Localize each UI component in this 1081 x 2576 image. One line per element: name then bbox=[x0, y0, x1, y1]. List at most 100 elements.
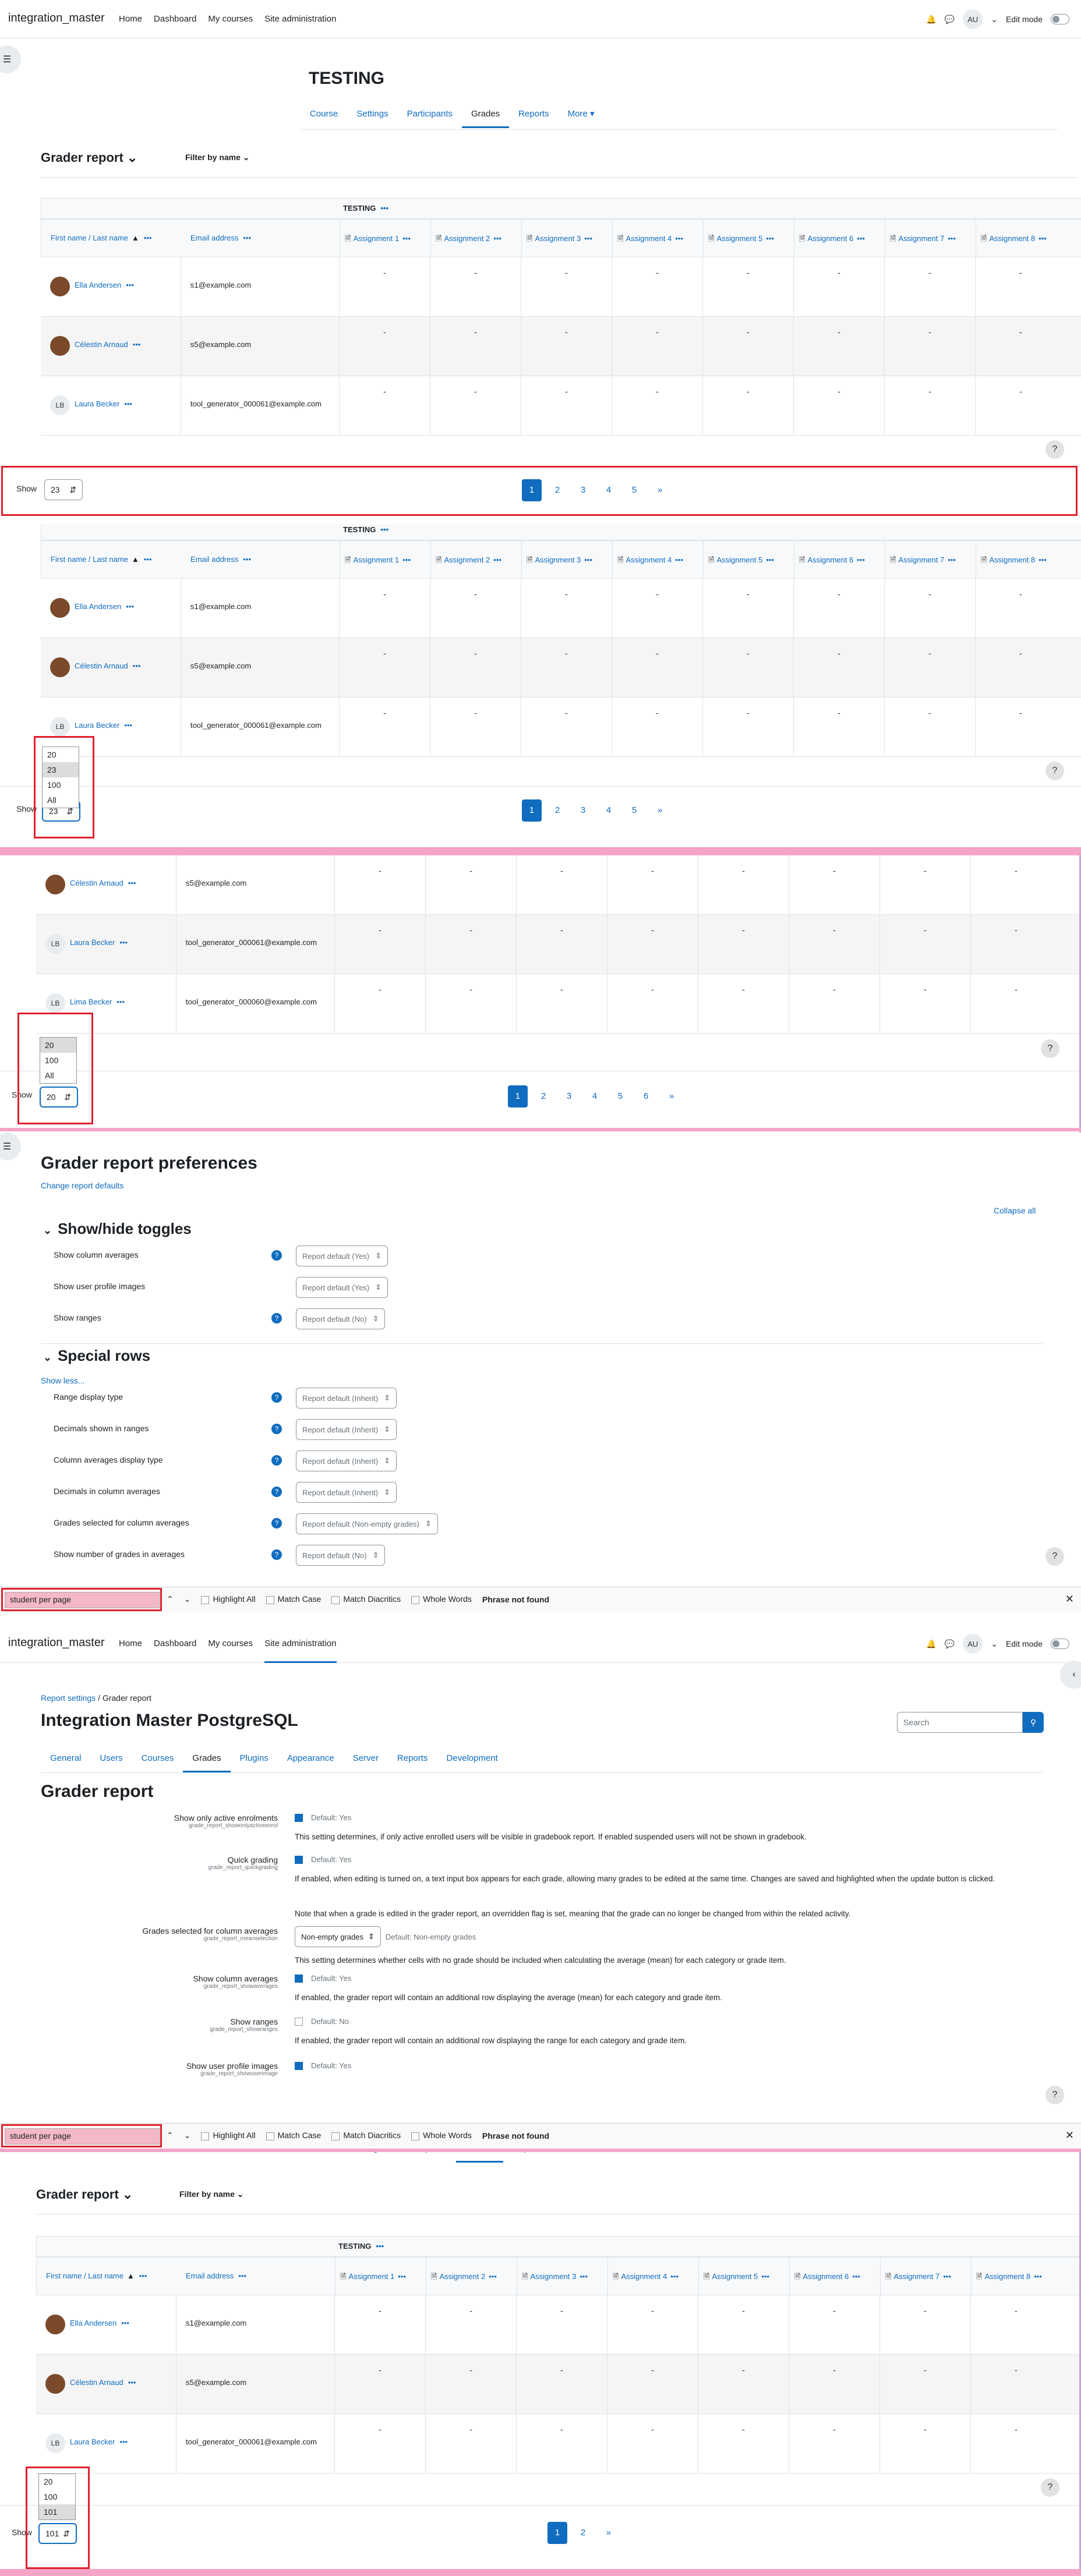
help-icon[interactable]: ? bbox=[1045, 440, 1064, 459]
grade-cell[interactable]: - bbox=[521, 376, 612, 436]
grade-cell[interactable]: - bbox=[516, 855, 607, 915]
breadcrumb-report-settings[interactable]: Report settings bbox=[41, 1693, 96, 1703]
more-actions-icon[interactable]: ••• bbox=[124, 399, 132, 408]
page-2[interactable]: 2 bbox=[573, 2522, 593, 2544]
grade-cell[interactable]: - bbox=[970, 2355, 1061, 2414]
per-page-select[interactable]: 20 ⇵ bbox=[40, 1087, 78, 1107]
grade-cell[interactable]: - bbox=[339, 638, 430, 698]
grade-cell[interactable]: - bbox=[339, 579, 430, 638]
nav-home[interactable]: Home bbox=[119, 0, 142, 38]
help-icon[interactable]: ? bbox=[271, 1549, 282, 1560]
grade-cell[interactable]: - bbox=[334, 2414, 425, 2474]
grade-cell[interactable]: - bbox=[607, 2414, 698, 2474]
more-actions-icon[interactable]: ••• bbox=[126, 281, 134, 289]
admin-tab[interactable]: Plugins bbox=[231, 1745, 278, 1772]
assignment-column-header[interactable]: 🗎 Assignment 2 ••• bbox=[430, 541, 521, 579]
grade-cell[interactable]: - bbox=[425, 915, 516, 974]
page-next[interactable]: » bbox=[662, 1085, 681, 1107]
help-icon[interactable]: ? bbox=[1045, 762, 1064, 780]
more-actions-icon[interactable]: ••• bbox=[584, 234, 592, 243]
page-5[interactable]: 5 bbox=[624, 479, 644, 501]
tab-settings[interactable]: Settings bbox=[341, 2152, 391, 2163]
search-icon[interactable]: ⚲ bbox=[1023, 1712, 1044, 1733]
preference-select[interactable]: Report default (Yes) ⇕ bbox=[296, 1245, 388, 1266]
assignment-link[interactable]: Assignment 3 bbox=[535, 555, 581, 564]
help-icon[interactable]: ? bbox=[271, 1313, 282, 1324]
help-icon[interactable]: ? bbox=[271, 1518, 282, 1528]
whole-words[interactable]: Whole Words bbox=[411, 2131, 472, 2140]
more-actions-icon[interactable]: ••• bbox=[402, 555, 411, 564]
option-100[interactable]: 100 bbox=[40, 1053, 76, 1068]
more-actions-icon[interactable]: ••• bbox=[1034, 2272, 1042, 2281]
assignment-column-header[interactable]: 🗎 Assignment 6 ••• bbox=[794, 541, 885, 579]
grade-cell[interactable]: - bbox=[607, 855, 698, 915]
assignment-column-header[interactable]: 🗎 Assignment 1 ••• bbox=[340, 220, 430, 258]
grade-cell[interactable]: - bbox=[975, 638, 1066, 698]
email-column-header[interactable]: Email address ••• bbox=[186, 2271, 246, 2280]
setting-checkbox[interactable] bbox=[295, 1813, 303, 1822]
option-100[interactable]: 100 bbox=[43, 777, 79, 792]
grade-cell[interactable]: - bbox=[884, 698, 975, 757]
page-5[interactable]: 5 bbox=[624, 799, 644, 822]
report-selector[interactable]: Grader report ⌄ bbox=[41, 150, 137, 165]
grade-cell[interactable]: - bbox=[339, 376, 430, 436]
grade-cell[interactable]: - bbox=[789, 915, 879, 974]
per-page-select[interactable]: 101 ⇵ bbox=[38, 2523, 77, 2544]
collapse-all-link[interactable]: Collapse all bbox=[994, 1206, 1036, 1215]
assignment-link[interactable]: Assignment 1 bbox=[353, 555, 399, 564]
more-actions-icon[interactable]: ••• bbox=[857, 555, 865, 564]
name-column-header[interactable]: First name / Last name ▲ ••• bbox=[51, 233, 151, 242]
help-icon[interactable]: ? bbox=[1041, 2478, 1059, 2497]
grade-cell[interactable]: - bbox=[879, 2355, 970, 2414]
grade-cell[interactable]: - bbox=[521, 638, 612, 698]
grade-cell[interactable]: - bbox=[334, 855, 425, 915]
grade-cell[interactable]: - bbox=[793, 317, 884, 376]
filter-by-name[interactable]: Filter by name ⌄ bbox=[185, 153, 250, 162]
more-actions-icon[interactable]: ••• bbox=[243, 555, 251, 564]
more-actions-icon[interactable]: ••• bbox=[126, 602, 134, 611]
assignment-link[interactable]: Assignment 5 bbox=[712, 2272, 758, 2281]
student-name-link[interactable]: Célestin Arnaud bbox=[70, 2378, 123, 2387]
grade-cell[interactable]: - bbox=[789, 855, 879, 915]
preference-select[interactable]: Report default (Inherit) ⇕ bbox=[296, 1482, 397, 1503]
name-column-header[interactable]: First name / Last name ▲ ••• bbox=[46, 2271, 147, 2280]
site-brand[interactable]: integration_master bbox=[8, 1636, 105, 1650]
more-actions-icon[interactable]: ••• bbox=[761, 2272, 769, 2281]
course-index-toggle-icon[interactable]: ☰ bbox=[0, 1133, 21, 1160]
find-previous-icon[interactable]: ⌃ bbox=[167, 2131, 174, 2140]
highlight-all[interactable]: Highlight All bbox=[201, 2131, 256, 2140]
messages-icon[interactable]: 💬 bbox=[945, 1639, 955, 1649]
more-actions-icon[interactable]: ••• bbox=[493, 234, 501, 243]
grade-cell[interactable]: - bbox=[698, 2295, 789, 2355]
help-icon[interactable]: ? bbox=[271, 1487, 282, 1497]
more-actions-icon[interactable]: ••• bbox=[238, 2271, 246, 2280]
help-icon[interactable]: ? bbox=[271, 1455, 282, 1466]
setting-select[interactable]: Non-empty grades ⇕ bbox=[295, 1926, 381, 1947]
grade-cell[interactable]: - bbox=[612, 579, 702, 638]
grade-cell[interactable]: - bbox=[430, 257, 521, 317]
grade-cell[interactable]: - bbox=[430, 376, 521, 436]
grade-cell[interactable]: - bbox=[425, 974, 516, 1034]
chevron-down-icon[interactable]: ⌄ bbox=[991, 15, 998, 24]
admin-tab[interactable]: Reports bbox=[388, 1745, 437, 1772]
email-column-header[interactable]: Email address ••• bbox=[190, 233, 251, 242]
grade-cell[interactable]: - bbox=[970, 2295, 1061, 2355]
grade-cell[interactable]: - bbox=[698, 974, 789, 1034]
setting-checkbox[interactable] bbox=[295, 2061, 303, 2070]
assignment-column-header[interactable]: 🗎 Assignment 7 ••• bbox=[885, 541, 976, 579]
grade-cell[interactable]: - bbox=[516, 2295, 607, 2355]
more-actions-icon[interactable]: ••• bbox=[670, 2272, 679, 2281]
assignment-column-header[interactable]: 🗎 Assignment 1 ••• bbox=[340, 541, 430, 579]
assignment-link[interactable]: Assignment 8 bbox=[989, 555, 1035, 564]
assignment-link[interactable]: Assignment 2 bbox=[444, 555, 490, 564]
user-avatar[interactable]: AU bbox=[963, 9, 983, 29]
more-actions-icon[interactable]: ••• bbox=[128, 2378, 136, 2387]
notifications-bell-icon[interactable]: 🔔 bbox=[926, 15, 936, 24]
page-4[interactable]: 4 bbox=[599, 479, 619, 501]
sort-name-link[interactable]: First name / Last name bbox=[46, 2271, 123, 2280]
more-actions-icon[interactable]: ••• bbox=[243, 233, 251, 242]
grade-cell[interactable]: - bbox=[334, 2355, 425, 2414]
grade-cell[interactable]: - bbox=[970, 915, 1061, 974]
grade-cell[interactable]: - bbox=[793, 257, 884, 317]
grade-cell[interactable]: - bbox=[607, 974, 698, 1034]
